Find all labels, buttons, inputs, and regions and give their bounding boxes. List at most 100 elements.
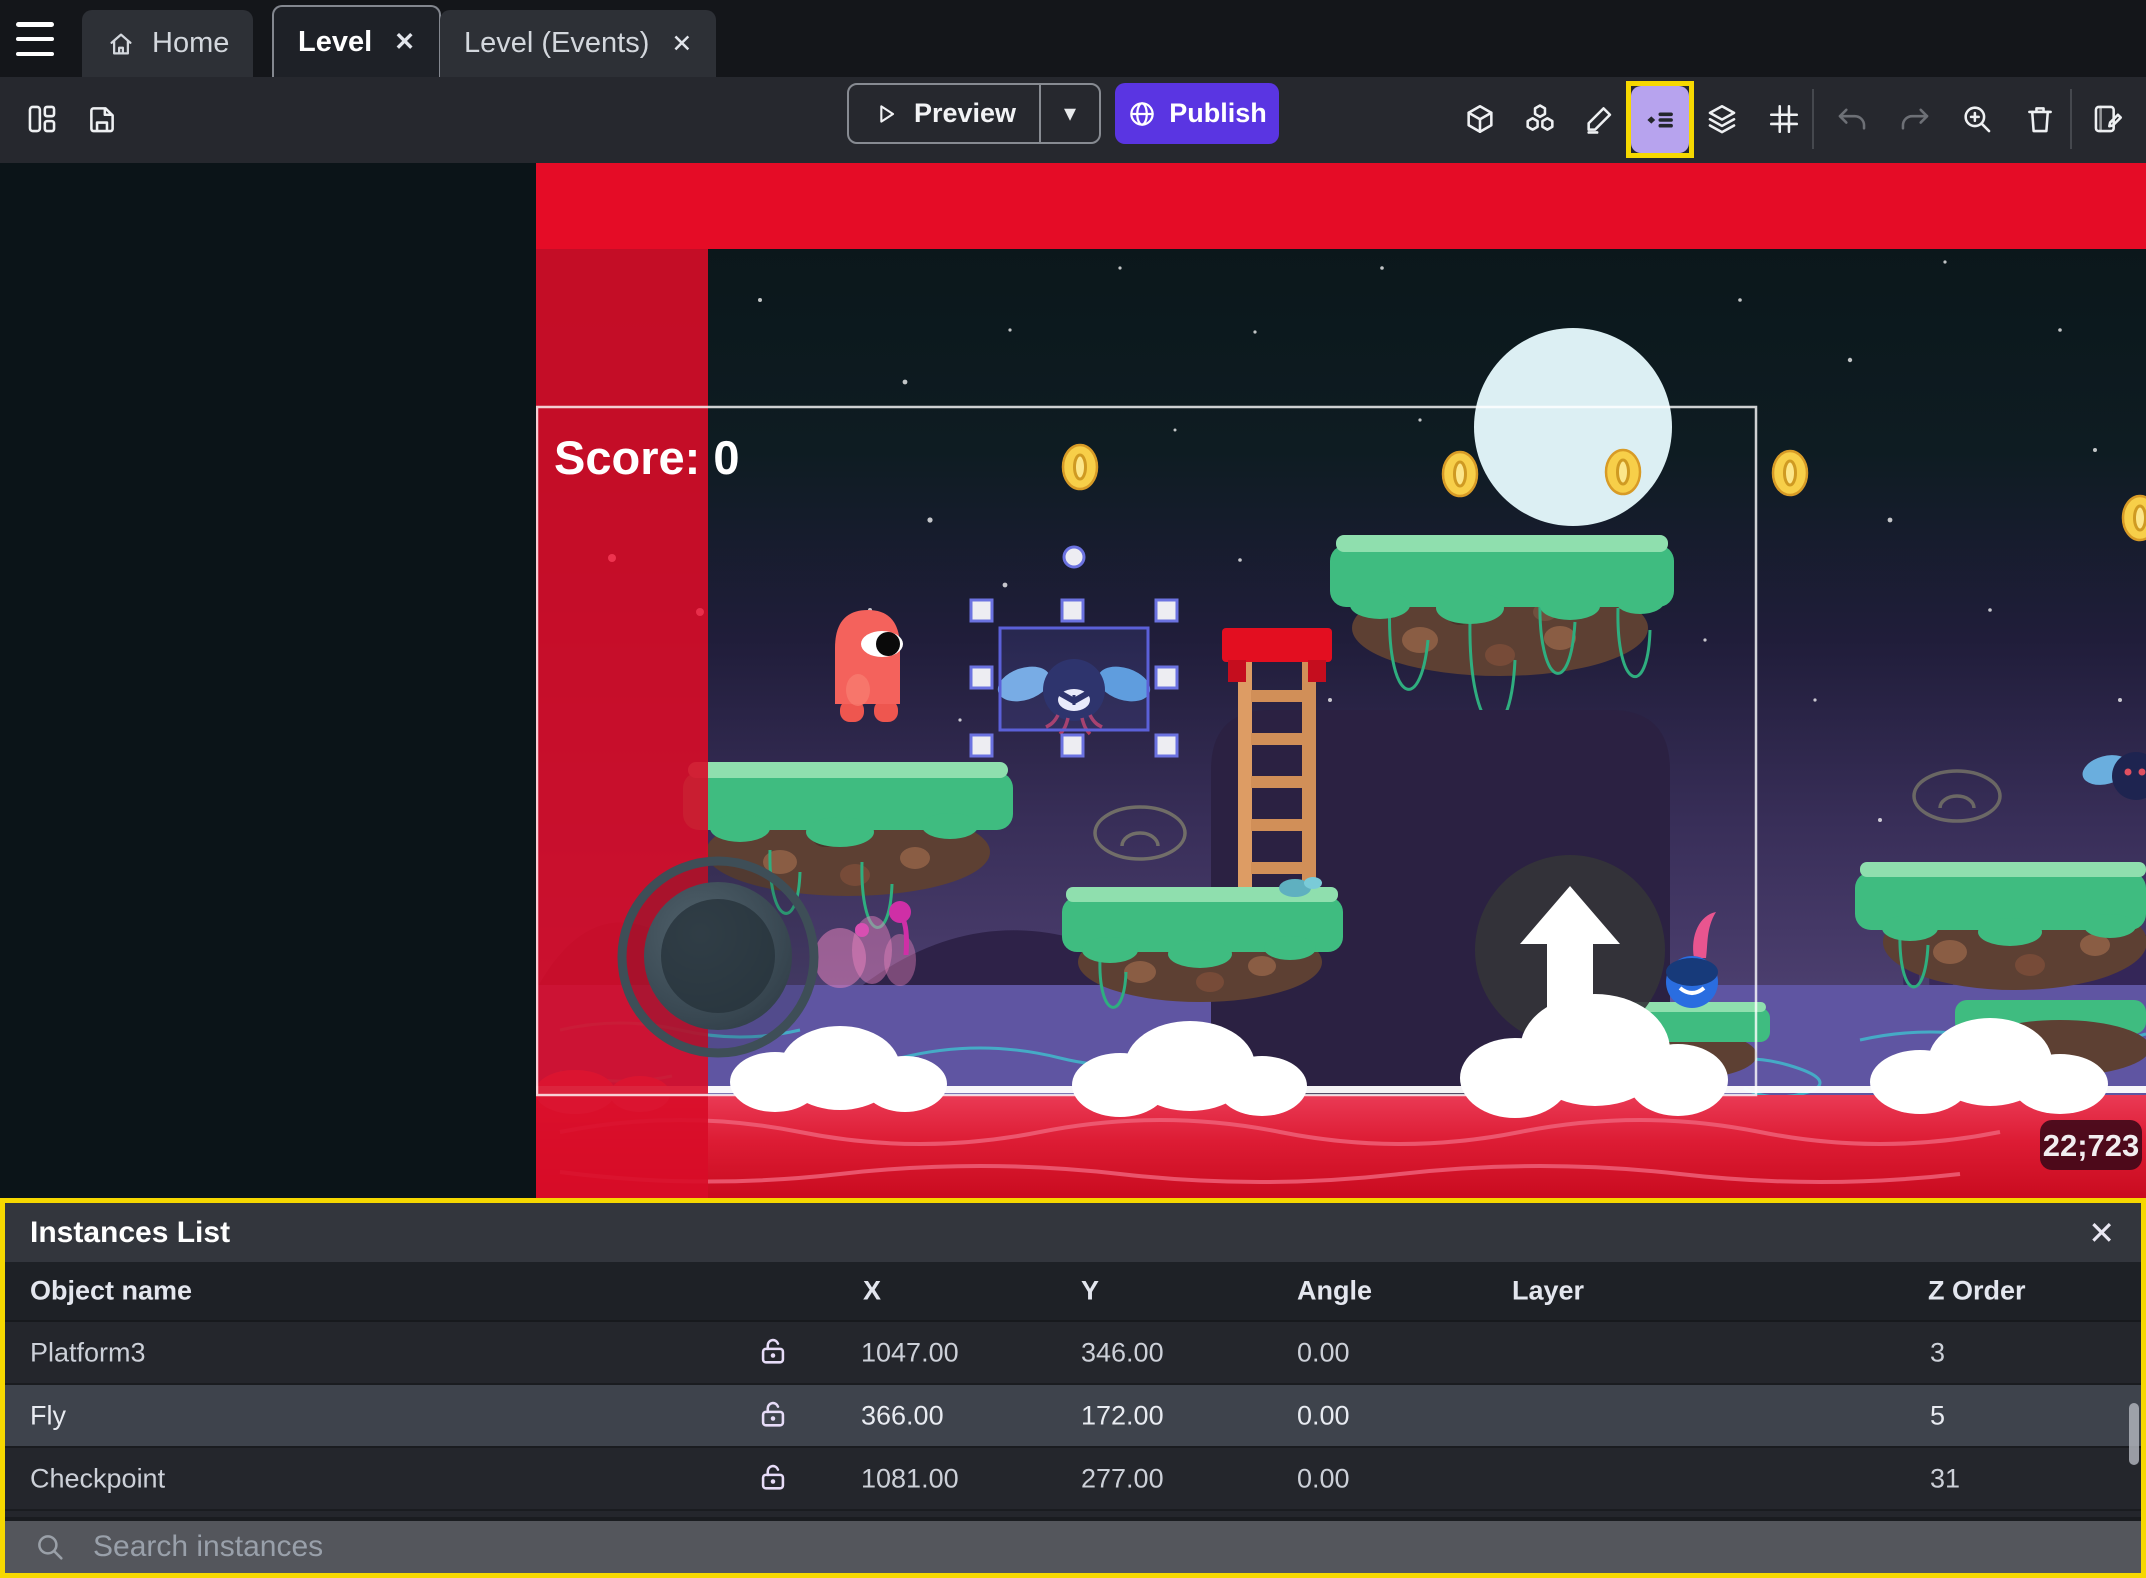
joystick-control[interactable] <box>617 856 819 1058</box>
tab-level-events[interactable]: Level (Events) ✕ <box>440 10 717 77</box>
globe-icon <box>1130 101 1154 126</box>
undo-icon <box>1838 108 1866 130</box>
open-object-groups-button[interactable] <box>1514 87 1566 151</box>
lock-toggle-button[interactable] <box>753 1331 793 1375</box>
lock-toggle-button[interactable] <box>753 1394 793 1438</box>
close-icon[interactable]: ✕ <box>2088 1214 2115 1252</box>
ladder-red-cap <box>1222 628 1332 662</box>
layout-panels-icon <box>28 105 56 133</box>
svg-text:22;723: 22;723 <box>2043 1128 2140 1163</box>
grid-icon <box>1769 104 1799 134</box>
instance-angle: 0.00 <box>1297 1400 1350 1430</box>
edit-sheet-icon <box>2094 105 2123 133</box>
home-icon <box>110 33 132 54</box>
toolbar-separator <box>1812 89 1814 149</box>
column-header-z-order[interactable]: Z Order <box>1928 1276 2026 1307</box>
teal-stone <box>1304 877 1322 889</box>
scrollbar-thumb[interactable] <box>2129 1403 2139 1465</box>
preview-button[interactable]: Preview <box>849 85 1039 142</box>
instance-y: 277.00 <box>1081 1463 1164 1493</box>
panel-title: Instances List <box>30 1215 231 1249</box>
close-icon[interactable]: ✕ <box>671 29 692 59</box>
instance-name: Fly <box>30 1400 66 1430</box>
column-header-object-name[interactable]: Object name <box>30 1276 192 1307</box>
close-icon[interactable]: ✕ <box>394 27 415 57</box>
cursor-coordinates-badge: 22;723 <box>2040 1120 2142 1170</box>
search-input[interactable] <box>93 1521 2141 1573</box>
table-row[interactable]: Platform3 1047.00 346.00 0.00 3 <box>5 1322 2141 1385</box>
rotate-handle[interactable] <box>1062 545 1086 569</box>
column-header-layer[interactable]: Layer <box>1512 1276 1584 1307</box>
redo-button[interactable] <box>1889 87 1941 151</box>
open-layers-button[interactable] <box>1696 87 1748 151</box>
publish-button[interactable]: Publish <box>1115 83 1279 144</box>
instance-z-order: 31 <box>1930 1463 1961 1493</box>
toolbar: Preview ▾ Publish <box>0 77 2146 163</box>
search-icon <box>38 1535 63 1560</box>
coin <box>1604 448 1642 496</box>
column-header-x[interactable]: X <box>863 1276 881 1307</box>
lock-toggle-button[interactable] <box>753 1457 793 1501</box>
gdevelop-editor-window: Home Level ✕ Level (Events) ✕ Preview ▾ <box>0 0 2146 1578</box>
save-icon <box>90 107 114 133</box>
instances-list-highlight-box[interactable] <box>1626 81 1694 158</box>
zoom-button[interactable] <box>1951 87 2003 151</box>
lock-open-icon <box>761 1464 785 1490</box>
search-row <box>5 1517 2141 1573</box>
instances-list-panel: Instances List ✕ Object name X Y Angle L… <box>0 1198 2146 1578</box>
tab-level-label: Level <box>298 25 373 58</box>
panel-title-row: Instances List ✕ <box>5 1203 2141 1262</box>
play-icon <box>880 104 895 123</box>
scene-editor-canvas[interactable]: Score: 0 22;723 <box>0 163 2146 1198</box>
open-objects-list-button[interactable] <box>1454 87 1506 151</box>
edit-scene-properties-button[interactable] <box>2082 87 2134 151</box>
zoom-in-icon <box>1964 106 1991 133</box>
toggle-panels-button[interactable] <box>16 87 68 151</box>
coin <box>1771 449 1809 497</box>
publish-label: Publish <box>1169 98 1267 128</box>
instance-z-order: 5 <box>1930 1400 1946 1430</box>
score-hud-text: Score: 0 <box>554 431 739 484</box>
table-row[interactable]: Checkpoint 1081.00 277.00 0.00 31 <box>5 1448 2141 1511</box>
selection-box[interactable] <box>998 626 1150 732</box>
toolbar-separator <box>2070 89 2072 149</box>
instance-y: 172.00 <box>1081 1400 1164 1430</box>
instance-name: Platform3 <box>30 1337 146 1367</box>
objects-cube-icon <box>1467 104 1493 134</box>
save-button[interactable] <box>76 87 128 151</box>
instance-name: Checkpoint <box>30 1463 166 1493</box>
tab-home[interactable]: Home <box>82 10 254 77</box>
layers-icon <box>1708 104 1736 134</box>
instance-y: 346.00 <box>1081 1337 1164 1367</box>
object-groups-cubes-icon <box>1526 104 1554 131</box>
main-menu-hamburger-icon[interactable] <box>16 22 60 56</box>
preview-options-button[interactable]: ▾ <box>1039 85 1099 142</box>
instances-list-icon <box>1647 112 1673 127</box>
coin <box>1441 450 1479 498</box>
trash-icon <box>2028 107 2052 133</box>
delete-button[interactable] <box>2014 87 2066 151</box>
tab-home-label: Home <box>152 27 230 59</box>
instance-angle: 0.00 <box>1297 1463 1350 1493</box>
instance-x: 366.00 <box>861 1400 944 1430</box>
red-top-band <box>536 163 2146 249</box>
open-properties-button[interactable] <box>1574 87 1626 151</box>
preview-split-button[interactable]: Preview ▾ <box>847 83 1101 144</box>
tab-level[interactable]: Level ✕ <box>272 5 442 77</box>
coin <box>1061 443 1099 491</box>
chevron-down-icon: ▾ <box>1063 100 1077 127</box>
undo-button[interactable] <box>1826 87 1878 151</box>
coin <box>2121 494 2146 542</box>
game-scene: Score: 0 22;723 <box>536 163 2146 1198</box>
instance-x: 1047.00 <box>861 1337 959 1367</box>
preview-label: Preview <box>913 98 1017 128</box>
edit-pencil-icon <box>1587 107 1612 134</box>
column-header-angle[interactable]: Angle <box>1297 1276 1372 1307</box>
table-row-selected[interactable]: Fly 366.00 172.00 0.00 5 <box>5 1385 2141 1448</box>
open-instances-list-button[interactable] <box>1631 86 1689 153</box>
toggle-grid-button[interactable] <box>1758 87 1810 151</box>
lock-open-icon <box>761 1401 785 1427</box>
moon <box>1474 328 1672 526</box>
column-header-y[interactable]: Y <box>1081 1276 1099 1307</box>
tab-level-events-label: Level (Events) <box>464 27 650 59</box>
